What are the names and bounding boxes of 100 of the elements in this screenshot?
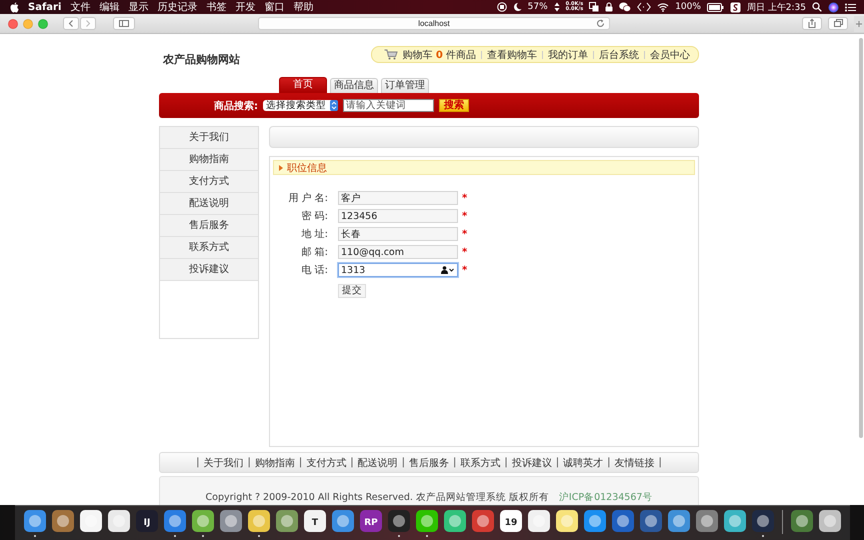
sidebar-item[interactable]: 售后服务	[160, 215, 258, 237]
sidebar-item[interactable]: 购物指南	[160, 149, 258, 171]
copyright-text: Copyright ? 2009-2010 All Rights Reserved. 农产品网站管理系统 版权所有	[206, 491, 549, 505]
input-field[interactable]: 123456	[338, 209, 458, 223]
search-icon[interactable]	[812, 2, 822, 12]
nav-tab[interactable]: 订单管理	[381, 78, 429, 93]
footer-link[interactable]: 配送说明	[358, 456, 398, 470]
top-link[interactable]: 会员中心	[650, 48, 690, 62]
reload-icon[interactable]	[596, 19, 605, 28]
app-icon[interactable]	[22, 509, 46, 538]
separator: |	[298, 457, 302, 468]
separator: |	[607, 457, 610, 468]
nav-tab[interactable]: 商品信息	[330, 78, 378, 93]
sidebar-item[interactable]: 联系方式	[160, 237, 258, 259]
app-icon[interactable]	[730, 2, 741, 12]
battery-icon[interactable]	[706, 2, 724, 12]
stepper-icon	[330, 100, 338, 111]
top-link[interactable]: 我的订单	[548, 48, 588, 62]
sidebar-item[interactable]: 配送说明	[160, 193, 258, 215]
field-label: 邮 箱:	[300, 246, 329, 259]
search-field[interactable]: 请输入关键词	[343, 99, 434, 112]
moon-icon[interactable]	[512, 2, 522, 12]
share-button[interactable]	[802, 17, 822, 30]
sidebar-item[interactable]: 投诉建议	[160, 259, 258, 281]
record-icon[interactable]	[496, 2, 507, 12]
separator: |	[248, 457, 251, 468]
footer-link[interactable]: 售后服务	[409, 456, 449, 470]
footer-link[interactable]: 关于我们	[204, 456, 244, 470]
menu-item[interactable]: 显示	[128, 0, 148, 14]
required-mark: *	[462, 246, 468, 258]
site-title: 农产品购物网站	[163, 52, 240, 67]
cart-summary[interactable]: 购物车 0 件商品	[402, 48, 476, 62]
menu-item[interactable]: 历史记录	[157, 0, 198, 14]
top-link[interactable]: 后台系统	[599, 48, 639, 62]
app-icon[interactable]	[190, 509, 214, 538]
separator: |	[350, 457, 354, 468]
input-field[interactable]: 110@qq.com	[338, 245, 458, 259]
apple-icon[interactable]	[10, 2, 19, 12]
separator: |	[402, 457, 405, 468]
power-percent: 100%	[675, 2, 701, 12]
input-field[interactable]: 1313	[338, 263, 458, 277]
separator: |	[453, 457, 456, 468]
siri-icon[interactable]	[828, 2, 839, 12]
required-mark: *	[462, 210, 468, 222]
chat-bubbles-icon[interactable]	[619, 2, 632, 12]
search-button[interactable]: 搜索	[439, 99, 469, 112]
footer-link[interactable]: 联系方式	[460, 456, 500, 470]
url-text: localhost	[418, 19, 450, 28]
separator: |	[658, 457, 662, 468]
triangle-icon	[279, 164, 283, 170]
address-bar[interactable]: localhost	[258, 17, 610, 30]
menu-item[interactable]: 书签	[206, 0, 226, 14]
section-title: 职位信息	[287, 162, 327, 174]
code-icon[interactable]	[637, 2, 652, 12]
tabs-button[interactable]	[828, 17, 848, 30]
input-field[interactable]: 客户	[338, 191, 458, 205]
top-link[interactable]: 查看购物车	[487, 48, 537, 62]
field-label: 密 码:	[300, 210, 329, 223]
menu-item[interactable]: 文件	[70, 0, 90, 14]
list-icon[interactable]	[845, 2, 856, 12]
scrollbar[interactable]	[859, 38, 863, 438]
footer-link[interactable]: 支付方式	[306, 456, 346, 470]
menu-item[interactable]: 帮助	[293, 0, 314, 14]
wifi-icon[interactable]	[657, 2, 670, 12]
app-icon[interactable]	[414, 509, 438, 538]
battery-percent: 57%	[528, 2, 548, 12]
separator: |	[556, 457, 560, 468]
sidebar-item[interactable]: 支付方式	[160, 171, 258, 193]
footer-link[interactable]: 投诉建议	[512, 456, 552, 470]
separator: |	[504, 457, 508, 468]
cart-icon	[384, 49, 398, 60]
required-mark: *	[462, 228, 468, 240]
nav-tab[interactable]: 首页	[279, 77, 327, 93]
menu-item[interactable]: 编辑	[99, 0, 120, 14]
clock[interactable]: 周日 上午2:35	[746, 0, 806, 14]
field-label: 地 址:	[300, 228, 329, 241]
sidebar-button[interactable]	[113, 17, 135, 30]
field-label: 电 话:	[300, 264, 329, 277]
footer-link[interactable]: 购物指南	[254, 456, 295, 470]
menu-item[interactable]: 窗口	[264, 0, 284, 14]
lock-icon[interactable]	[605, 2, 614, 12]
footer-link[interactable]: 诚聘英才	[563, 456, 604, 470]
contact-icon[interactable]	[441, 266, 454, 274]
back-button[interactable]	[63, 17, 79, 30]
required-mark: *	[462, 264, 468, 276]
app-icon[interactable]	[162, 509, 186, 538]
separator: |	[196, 457, 200, 468]
search-type-select[interactable]: 选择搜索类型	[263, 100, 338, 111]
windows-icon[interactable]	[589, 2, 600, 12]
app-icon[interactable]	[246, 509, 270, 538]
app-menu[interactable]: Safari	[28, 2, 62, 12]
field-label: 用 户 名:	[287, 192, 329, 205]
footer-link[interactable]: 友情链接	[614, 456, 654, 470]
close-button[interactable]	[8, 18, 18, 28]
required-mark: *	[462, 192, 468, 204]
submit-button[interactable]: 提交	[338, 284, 366, 298]
sidebar-item[interactable]: 关于我们	[160, 127, 258, 149]
input-field[interactable]: 长春	[338, 227, 458, 241]
menu-item[interactable]: 开发	[235, 0, 256, 14]
arrows-icon[interactable]	[554, 2, 560, 12]
